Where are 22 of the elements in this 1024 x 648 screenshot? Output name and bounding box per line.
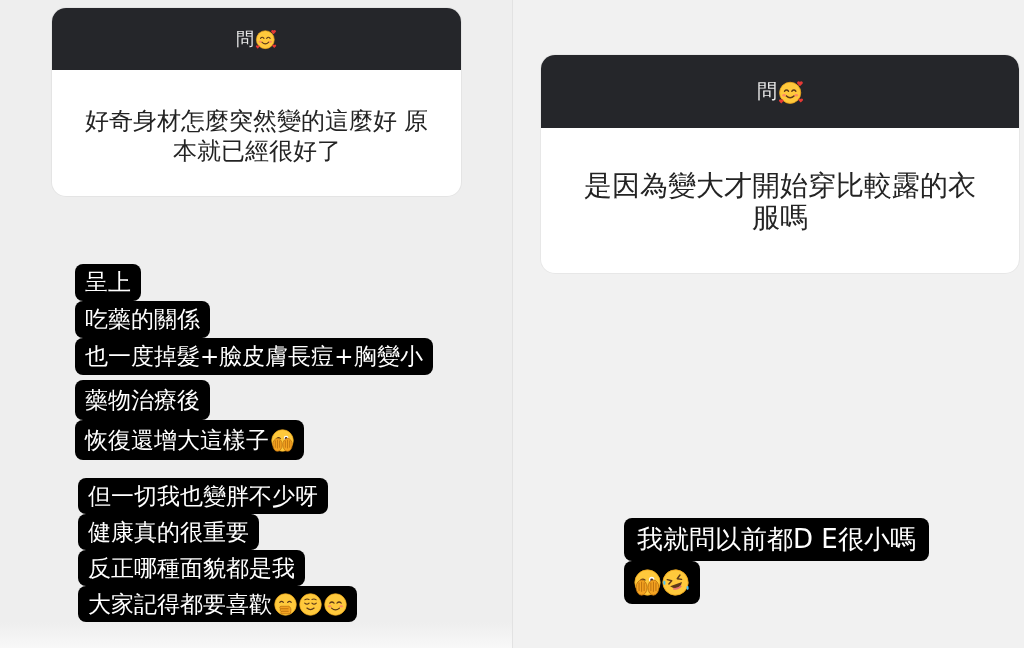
answer-text: 呈上 [85,268,131,297]
blushing-face-icon [324,592,347,616]
smiling-face-hearts-icon [777,78,804,105]
answer-text: 也一度掉髮+臉皮膚長痘+胸變小 [85,342,423,371]
question-text: 是因為變大才開始穿比較露的衣服嗎 [583,170,977,234]
relieved-face-icon [299,592,322,616]
answer-text: 反正哪種面貌都是我 [88,553,295,583]
answer-text: 恢復還增大這樣子 [85,425,269,455]
smiling-face-hearts-icon [255,28,277,50]
question-label: 問 [756,78,777,105]
hands-over-face-icon [271,428,294,452]
answer-text: 大家記得都要喜歡 [88,589,272,619]
question-text: 好奇身材怎麼突然變的這麼好 原本就已經很好了 [83,106,430,166]
hands-over-face-icon [634,569,661,596]
question-label: 問 [236,27,254,51]
answer-text: 我就問以前都D E很小嗎 [637,523,916,556]
answer-text: 藥物治療後 [85,385,200,415]
answer-text: 但一切我也變胖不少呀 [88,481,318,511]
answer-text: 吃藥的關係 [85,305,200,334]
answer-text: 健康真的很重要 [88,517,249,547]
hand-over-mouth-icon [274,592,297,616]
laughing-face-icon [662,569,689,596]
